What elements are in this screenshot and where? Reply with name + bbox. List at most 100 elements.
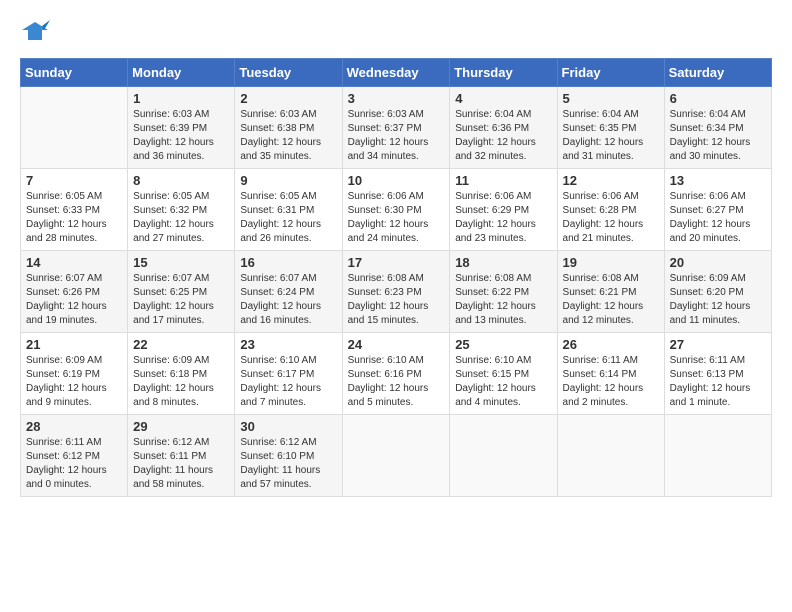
weekday-header: Friday: [557, 59, 664, 87]
calendar-cell: 2 Sunrise: 6:03 AM Sunset: 6:38 PM Daylig…: [235, 87, 342, 169]
calendar-week-row: 21 Sunrise: 6:09 AM Sunset: 6:19 PM Dayli…: [21, 333, 772, 415]
calendar-cell: 11Sunrise: 6:06 AM Sunset: 6:29 PM Dayli…: [450, 169, 557, 251]
calendar-cell: [664, 415, 771, 497]
calendar-cell: 16Sunrise: 6:07 AM Sunset: 6:24 PM Dayli…: [235, 251, 342, 333]
day-number: 8: [133, 173, 229, 188]
day-info: Sunrise: 6:05 AM Sunset: 6:32 PM Dayligh…: [133, 190, 229, 246]
day-number: 28: [26, 419, 122, 434]
calendar-cell: 20 Sunrise: 6:09 AM Sunset: 6:20 PM Dayli…: [664, 251, 771, 333]
weekday-header: Tuesday: [235, 59, 342, 87]
calendar-cell: 7 Sunrise: 6:05 AM Sunset: 6:33 PM Daylig…: [21, 169, 128, 251]
day-info: Sunrise: 6:04 AM Sunset: 6:36 PM Dayligh…: [455, 108, 551, 164]
calendar-cell: 29 Sunrise: 6:12 AM Sunset: 6:11 PM Dayli…: [128, 415, 235, 497]
day-info: Sunrise: 6:09 AM Sunset: 6:19 PM Dayligh…: [26, 354, 122, 410]
calendar-week-row: 7 Sunrise: 6:05 AM Sunset: 6:33 PM Daylig…: [21, 169, 772, 251]
calendar-cell: 30Sunrise: 6:12 AM Sunset: 6:10 PM Dayli…: [235, 415, 342, 497]
calendar-cell: 19Sunrise: 6:08 AM Sunset: 6:21 PM Dayli…: [557, 251, 664, 333]
calendar-cell: [21, 87, 128, 169]
day-info: Sunrise: 6:05 AM Sunset: 6:33 PM Dayligh…: [26, 190, 122, 246]
calendar-cell: 8 Sunrise: 6:05 AM Sunset: 6:32 PM Daylig…: [128, 169, 235, 251]
day-number: 1: [133, 91, 229, 106]
day-number: 15: [133, 255, 229, 270]
calendar-cell: 4 Sunrise: 6:04 AM Sunset: 6:36 PM Daylig…: [450, 87, 557, 169]
day-info: Sunrise: 6:07 AM Sunset: 6:26 PM Dayligh…: [26, 272, 122, 328]
day-number: 18: [455, 255, 551, 270]
calendar-cell: 10Sunrise: 6:06 AM Sunset: 6:30 PM Dayli…: [342, 169, 450, 251]
calendar-cell: 25 Sunrise: 6:10 AM Sunset: 6:15 PM Dayli…: [450, 333, 557, 415]
weekday-header: Monday: [128, 59, 235, 87]
day-number: 21: [26, 337, 122, 352]
day-info: Sunrise: 6:10 AM Sunset: 6:17 PM Dayligh…: [240, 354, 336, 410]
calendar-cell: 15 Sunrise: 6:07 AM Sunset: 6:25 PM Dayli…: [128, 251, 235, 333]
day-info: Sunrise: 6:03 AM Sunset: 6:37 PM Dayligh…: [348, 108, 445, 164]
calendar-cell: 12 Sunrise: 6:06 AM Sunset: 6:28 PM Dayli…: [557, 169, 664, 251]
day-number: 23: [240, 337, 336, 352]
calendar-cell: 22 Sunrise: 6:09 AM Sunset: 6:18 PM Dayli…: [128, 333, 235, 415]
day-info: Sunrise: 6:12 AM Sunset: 6:10 PM Dayligh…: [240, 436, 336, 492]
day-number: 4: [455, 91, 551, 106]
calendar-cell: 5Sunrise: 6:04 AM Sunset: 6:35 PM Daylig…: [557, 87, 664, 169]
calendar-cell: 3 Sunrise: 6:03 AM Sunset: 6:37 PM Daylig…: [342, 87, 450, 169]
day-info: Sunrise: 6:04 AM Sunset: 6:35 PM Dayligh…: [563, 108, 659, 164]
day-number: 10: [348, 173, 445, 188]
day-info: Sunrise: 6:11 AM Sunset: 6:13 PM Dayligh…: [670, 354, 766, 410]
day-info: Sunrise: 6:11 AM Sunset: 6:12 PM Dayligh…: [26, 436, 122, 492]
calendar-cell: 24 Sunrise: 6:10 AM Sunset: 6:16 PM Dayli…: [342, 333, 450, 415]
day-info: Sunrise: 6:06 AM Sunset: 6:28 PM Dayligh…: [563, 190, 659, 246]
calendar-cell: [342, 415, 450, 497]
weekday-header: Sunday: [21, 59, 128, 87]
calendar-week-row: 14Sunrise: 6:07 AM Sunset: 6:26 PM Dayli…: [21, 251, 772, 333]
calendar-header-row: SundayMondayTuesdayWednesdayThursdayFrid…: [21, 59, 772, 87]
calendar-cell: 14Sunrise: 6:07 AM Sunset: 6:26 PM Dayli…: [21, 251, 128, 333]
day-info: Sunrise: 6:10 AM Sunset: 6:16 PM Dayligh…: [348, 354, 445, 410]
day-info: Sunrise: 6:09 AM Sunset: 6:20 PM Dayligh…: [670, 272, 766, 328]
day-number: 12: [563, 173, 659, 188]
calendar-cell: 21 Sunrise: 6:09 AM Sunset: 6:19 PM Dayli…: [21, 333, 128, 415]
day-number: 6: [670, 91, 766, 106]
logo-bird-icon: [20, 20, 50, 48]
day-info: Sunrise: 6:04 AM Sunset: 6:34 PM Dayligh…: [670, 108, 766, 164]
day-number: 29: [133, 419, 229, 434]
day-number: 7: [26, 173, 122, 188]
day-number: 27: [670, 337, 766, 352]
calendar-table: SundayMondayTuesdayWednesdayThursdayFrid…: [20, 58, 772, 497]
day-info: Sunrise: 6:07 AM Sunset: 6:25 PM Dayligh…: [133, 272, 229, 328]
calendar-cell: 13Sunrise: 6:06 AM Sunset: 6:27 PM Dayli…: [664, 169, 771, 251]
day-info: Sunrise: 6:05 AM Sunset: 6:31 PM Dayligh…: [240, 190, 336, 246]
calendar-cell: 23 Sunrise: 6:10 AM Sunset: 6:17 PM Dayli…: [235, 333, 342, 415]
day-number: 11: [455, 173, 551, 188]
day-info: Sunrise: 6:08 AM Sunset: 6:21 PM Dayligh…: [563, 272, 659, 328]
day-info: Sunrise: 6:08 AM Sunset: 6:22 PM Dayligh…: [455, 272, 551, 328]
weekday-header: Wednesday: [342, 59, 450, 87]
calendar-cell: 27 Sunrise: 6:11 AM Sunset: 6:13 PM Dayli…: [664, 333, 771, 415]
day-number: 16: [240, 255, 336, 270]
day-number: 2: [240, 91, 336, 106]
calendar-cell: [557, 415, 664, 497]
calendar-cell: 28 Sunrise: 6:11 AM Sunset: 6:12 PM Dayli…: [21, 415, 128, 497]
day-number: 22: [133, 337, 229, 352]
weekday-header: Saturday: [664, 59, 771, 87]
calendar-cell: [450, 415, 557, 497]
day-info: Sunrise: 6:08 AM Sunset: 6:23 PM Dayligh…: [348, 272, 445, 328]
day-info: Sunrise: 6:12 AM Sunset: 6:11 PM Dayligh…: [133, 436, 229, 492]
weekday-header: Thursday: [450, 59, 557, 87]
day-info: Sunrise: 6:09 AM Sunset: 6:18 PM Dayligh…: [133, 354, 229, 410]
logo: [20, 20, 54, 48]
calendar-cell: 1 Sunrise: 6:03 AM Sunset: 6:39 PM Daylig…: [128, 87, 235, 169]
day-info: Sunrise: 6:03 AM Sunset: 6:38 PM Dayligh…: [240, 108, 336, 164]
day-number: 17: [348, 255, 445, 270]
calendar-cell: 9 Sunrise: 6:05 AM Sunset: 6:31 PM Daylig…: [235, 169, 342, 251]
calendar-cell: 17 Sunrise: 6:08 AM Sunset: 6:23 PM Dayli…: [342, 251, 450, 333]
day-number: 3: [348, 91, 445, 106]
calendar-cell: 18 Sunrise: 6:08 AM Sunset: 6:22 PM Dayli…: [450, 251, 557, 333]
day-info: Sunrise: 6:03 AM Sunset: 6:39 PM Dayligh…: [133, 108, 229, 164]
calendar-cell: 26Sunrise: 6:11 AM Sunset: 6:14 PM Dayli…: [557, 333, 664, 415]
day-number: 25: [455, 337, 551, 352]
day-number: 20: [670, 255, 766, 270]
calendar-cell: 6 Sunrise: 6:04 AM Sunset: 6:34 PM Daylig…: [664, 87, 771, 169]
day-number: 24: [348, 337, 445, 352]
day-info: Sunrise: 6:06 AM Sunset: 6:27 PM Dayligh…: [670, 190, 766, 246]
day-number: 9: [240, 173, 336, 188]
page-header: [20, 20, 772, 48]
day-info: Sunrise: 6:10 AM Sunset: 6:15 PM Dayligh…: [455, 354, 551, 410]
